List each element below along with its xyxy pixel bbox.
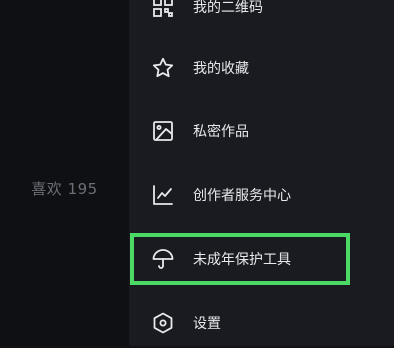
chart-icon <box>153 185 173 205</box>
qr-code-icon <box>153 0 173 17</box>
side-drawer-menu: 我的二维码 我的收藏 私密作品 创作者服务中心 未成年保护工具 设置 <box>129 0 394 346</box>
star-icon <box>152 57 174 78</box>
umbrella-icon <box>152 249 174 269</box>
menu-item-label: 创作者服务中心 <box>193 188 291 204</box>
hexagon-settings-icon <box>153 312 173 334</box>
menu-item-minor-protection[interactable]: 未成年保护工具 <box>129 234 394 284</box>
menu-item-private-works[interactable]: 私密作品 <box>129 106 394 156</box>
profile-background <box>0 0 129 346</box>
menu-item-label: 设置 <box>193 316 221 332</box>
likes-count: 喜欢 195 <box>31 180 98 198</box>
image-icon <box>153 121 173 141</box>
menu-item-label: 我的收藏 <box>193 61 249 77</box>
menu-item-label: 未成年保护工具 <box>193 252 291 268</box>
menu-item-label: 我的二维码 <box>193 0 263 16</box>
menu-item-my-favorites[interactable]: 我的收藏 <box>129 43 394 93</box>
menu-item-my-qr-code[interactable]: 我的二维码 <box>129 0 394 32</box>
menu-item-settings[interactable]: 设置 <box>129 298 394 348</box>
menu-item-creator-center[interactable]: 创作者服务中心 <box>129 170 394 220</box>
menu-item-label: 私密作品 <box>193 124 249 140</box>
